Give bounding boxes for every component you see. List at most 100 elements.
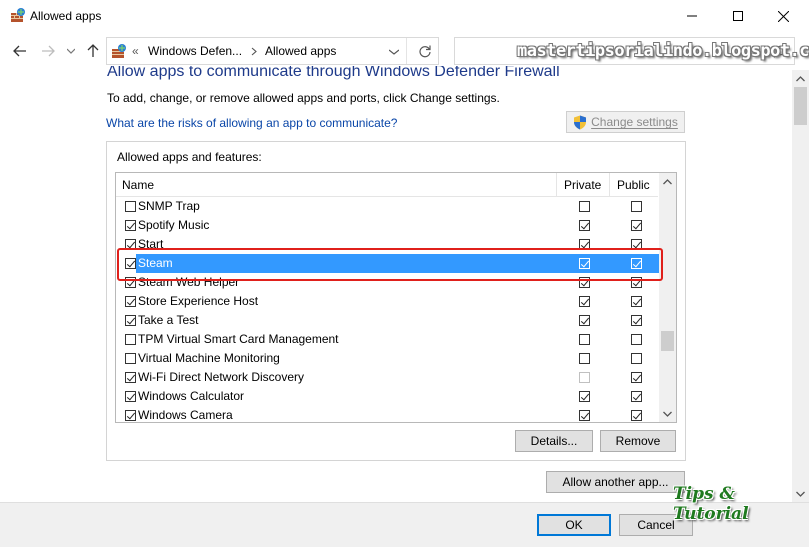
minimize-button[interactable] [669,0,715,32]
column-header-private[interactable]: Private [564,178,601,192]
details-button[interactable]: Details... [515,430,593,452]
allowed-apps-list[interactable]: Name Private Public SNMP Trap Spotify Mus… [115,172,677,423]
close-button[interactable] [760,0,806,32]
page-scroll-up-button[interactable] [792,70,809,87]
arrow-right-icon [42,45,55,57]
arrow-up-icon [87,44,99,57]
app-name: SNMP Trap [138,199,200,213]
private-checkbox[interactable] [579,334,590,345]
table-row[interactable]: Take a Test [116,311,658,330]
app-enabled-checkbox[interactable] [125,391,136,402]
public-checkbox[interactable] [631,220,642,231]
app-enabled-checkbox[interactable] [125,353,136,364]
breadcrumb-overflow[interactable]: « [132,44,139,58]
app-name: Virtual Machine Monitoring [138,351,280,365]
annotation-highlight-box [117,248,663,281]
remove-button[interactable]: Remove [600,430,676,452]
maximize-icon [733,11,743,21]
allow-another-app-button[interactable]: Allow another app... [546,471,685,493]
minimize-icon [687,15,697,17]
window-title: Allowed apps [30,9,102,23]
private-checkbox[interactable] [579,391,590,402]
breadcrumb-item[interactable]: Windows Defen... [148,44,242,58]
address-box[interactable]: « Windows Defen... Allowed apps [106,37,439,65]
private-checkbox[interactable] [579,315,590,326]
risks-link[interactable]: What are the risks of allowing an app to… [106,116,397,130]
back-button[interactable] [9,40,31,62]
public-checkbox[interactable] [631,334,642,345]
recent-locations-button[interactable] [60,40,82,62]
table-row[interactable]: TPM Virtual Smart Card Management [116,330,658,349]
public-checkbox[interactable] [631,391,642,402]
app-enabled-checkbox[interactable] [125,201,136,212]
group-label: Allowed apps and features: [117,150,262,164]
chevron-right-icon [251,47,257,56]
app-enabled-checkbox[interactable] [125,315,136,326]
scroll-down-button[interactable] [659,405,676,422]
page-heading: Allow apps to communicate through Window… [107,66,560,80]
up-button[interactable] [82,40,104,62]
app-name: Take a Test [138,313,199,327]
public-checkbox[interactable] [631,315,642,326]
table-row[interactable]: Virtual Machine Monitoring [116,349,658,368]
table-row[interactable]: Windows Calculator [116,387,658,406]
app-name: Spotify Music [138,218,210,232]
change-settings-label: Change settings [591,115,678,129]
breadcrumb-item[interactable]: Allowed apps [265,44,336,58]
app-enabled-checkbox[interactable] [125,372,136,383]
private-checkbox[interactable] [579,296,590,307]
public-checkbox[interactable] [631,353,642,364]
watermark-text: mastertipsorialindo.blogspot.com [517,41,809,61]
private-checkbox[interactable] [579,372,590,383]
title-bar: Allowed apps [0,0,809,32]
table-row[interactable]: Wi-Fi Direct Network Discovery [116,368,658,387]
column-separator[interactable] [609,173,610,197]
column-header-name[interactable]: Name [122,178,154,192]
tips-tutorial-logo: Tips & Tutorial [673,484,749,524]
app-enabled-checkbox[interactable] [125,296,136,307]
shield-icon [574,115,587,129]
column-header-public[interactable]: Public [617,178,650,192]
scroll-up-button[interactable] [659,173,676,190]
app-enabled-checkbox[interactable] [125,410,136,421]
table-row[interactable]: Spotify Music [116,216,658,235]
public-checkbox[interactable] [631,410,642,421]
table-row[interactable]: Store Experience Host [116,292,658,311]
app-enabled-checkbox[interactable] [125,334,136,345]
chevron-up-icon [796,75,805,81]
private-checkbox[interactable] [579,410,590,421]
app-enabled-checkbox[interactable] [125,220,136,231]
chevron-up-icon [663,178,672,184]
table-row[interactable]: Windows Camera [116,406,658,422]
app-name: Windows Calculator [138,389,245,403]
maximize-button[interactable] [715,0,761,32]
app-name: Wi-Fi Direct Network Discovery [138,370,305,384]
chevron-down-icon [67,48,75,54]
list-rows: SNMP Trap Spotify Music Start Steam Steam We… [116,197,659,422]
public-checkbox[interactable] [631,372,642,383]
public-checkbox[interactable] [631,201,642,212]
arrow-left-icon [13,45,26,57]
forward-button[interactable] [37,40,59,62]
chevron-down-icon[interactable] [389,49,399,55]
table-row[interactable]: SNMP Trap [116,197,658,216]
ok-button[interactable]: OK [537,514,611,536]
change-settings-button[interactable]: Change settings [566,111,685,133]
page-scrollbar[interactable] [792,70,809,502]
address-separator [406,38,407,64]
close-icon [777,10,789,22]
page-description: To add, change, or remove allowed apps a… [107,91,500,105]
private-checkbox[interactable] [579,353,590,364]
private-checkbox[interactable] [579,201,590,212]
list-header: Name Private Public [116,173,658,197]
refresh-icon[interactable] [418,44,432,58]
app-name: Store Experience Host [138,294,259,308]
scrollbar-thumb[interactable] [661,331,674,351]
column-separator[interactable] [556,173,557,197]
list-scrollbar[interactable] [659,173,676,422]
private-checkbox[interactable] [579,220,590,231]
app-name: TPM Virtual Smart Card Management [138,332,339,346]
public-checkbox[interactable] [631,296,642,307]
firewall-icon [11,8,25,22]
firewall-icon [112,44,126,58]
